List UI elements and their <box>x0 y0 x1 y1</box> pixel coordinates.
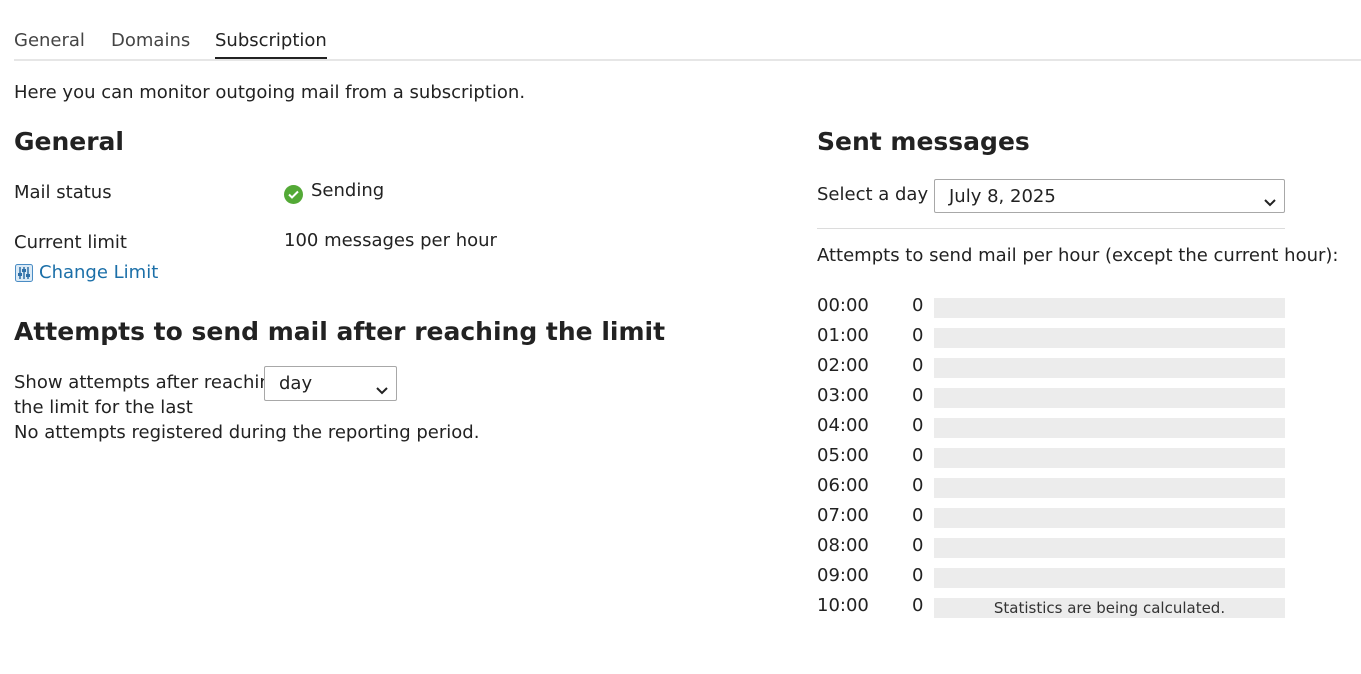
tab-domains[interactable]: Domains <box>111 30 190 57</box>
hour-count: 0 <box>912 385 924 406</box>
hour-row: 10:00 0 Statistics are being calculated. <box>817 595 1285 618</box>
hour-count: 0 <box>912 595 924 616</box>
hour-count: 0 <box>912 475 924 496</box>
mail-status-label: Mail status <box>14 182 112 203</box>
hour-label: 07:00 <box>817 505 869 526</box>
divider <box>817 228 1285 229</box>
current-limit-label: Current limit <box>14 232 127 253</box>
chevron-down-icon <box>376 379 388 400</box>
hour-bar <box>934 478 1285 498</box>
hour-count: 0 <box>912 505 924 526</box>
per-hour-caption: Attempts to send mail per hour (except t… <box>817 245 1339 266</box>
select-day-label: Select a day : <box>817 184 940 205</box>
period-select[interactable]: day <box>264 366 397 401</box>
hour-count: 0 <box>912 355 924 376</box>
hour-count: 0 <box>912 445 924 466</box>
day-select-value: July 8, 2025 <box>949 185 1056 207</box>
hour-label: 10:00 <box>817 595 869 616</box>
hour-bar <box>934 388 1285 408</box>
hour-bar <box>934 358 1285 378</box>
day-select[interactable]: July 8, 2025 <box>934 179 1285 213</box>
hour-label: 03:00 <box>817 385 869 406</box>
hour-bar: Statistics are being calculated. <box>934 598 1285 618</box>
hour-label: 00:00 <box>817 295 869 316</box>
hour-row: 02:00 0 <box>817 355 1285 378</box>
hour-bar <box>934 298 1285 318</box>
hour-row: 05:00 0 <box>817 445 1285 468</box>
hour-row: 09:00 0 <box>817 565 1285 588</box>
hour-bar <box>934 328 1285 348</box>
current-limit-value: 100 messages per hour <box>284 230 497 251</box>
hour-bar <box>934 538 1285 558</box>
page-description: Here you can monitor outgoing mail from … <box>14 82 526 103</box>
tab-general[interactable]: General <box>14 30 85 57</box>
show-attempts-label-line2: the limit for the last <box>14 397 193 418</box>
sliders-icon[interactable] <box>15 264 33 282</box>
check-circle-icon <box>284 185 303 204</box>
hour-label: 01:00 <box>817 325 869 346</box>
hour-bar <box>934 508 1285 528</box>
hour-count: 0 <box>912 565 924 586</box>
hour-count: 0 <box>912 415 924 436</box>
hour-count: 0 <box>912 535 924 556</box>
hour-row: 03:00 0 <box>817 385 1285 408</box>
hour-row: 07:00 0 <box>817 505 1285 528</box>
hour-count: 0 <box>912 325 924 346</box>
hour-row: 04:00 0 <box>817 415 1285 438</box>
hour-label: 09:00 <box>817 565 869 586</box>
hour-bar <box>934 448 1285 468</box>
hour-label: 06:00 <box>817 475 869 496</box>
hour-row: 00:00 0 <box>817 295 1285 318</box>
attempts-heading: Attempts to send mail after reaching the… <box>14 317 666 346</box>
hour-bar <box>934 568 1285 588</box>
tab-bar: General Domains Subscription <box>14 0 1361 61</box>
no-attempts-message: No attempts registered during the report… <box>14 422 480 443</box>
hour-row: 06:00 0 <box>817 475 1285 498</box>
hour-label: 02:00 <box>817 355 869 376</box>
sent-messages-heading: Sent messages <box>817 127 1030 156</box>
general-heading: General <box>14 127 124 156</box>
hour-row: 01:00 0 <box>817 325 1285 348</box>
hour-label: 04:00 <box>817 415 869 436</box>
period-select-value: day <box>279 373 313 394</box>
hour-row: 08:00 0 <box>817 535 1285 558</box>
hour-label: 05:00 <box>817 445 869 466</box>
mail-status-value: Sending <box>311 180 385 201</box>
tab-subscription[interactable]: Subscription <box>215 30 327 59</box>
hour-count: 0 <box>912 295 924 316</box>
change-limit-link[interactable]: Change Limit <box>39 262 158 283</box>
chevron-down-icon <box>1264 191 1276 212</box>
hour-label: 08:00 <box>817 535 869 556</box>
show-attempts-label-line1: Show attempts after reaching <box>14 372 283 393</box>
hour-bar <box>934 418 1285 438</box>
